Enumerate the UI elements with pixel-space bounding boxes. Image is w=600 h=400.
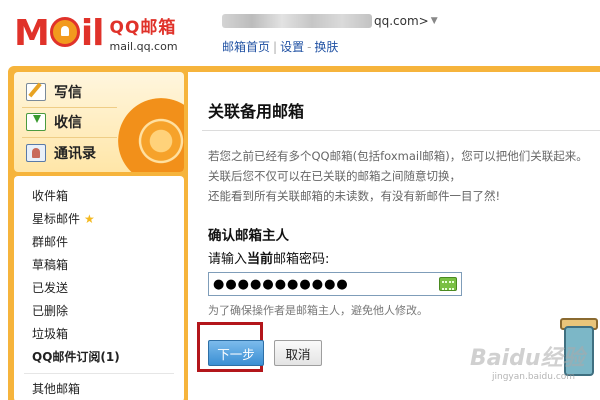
receive-button[interactable]: 收信 (26, 111, 82, 133)
confirm-heading: 确认邮箱主人 (208, 228, 289, 244)
sidebar: 写信 收信 通讯录 收件箱 星标邮件 ★ 群邮件 草稿箱 已发送 已删除 垃圾箱 … (14, 72, 184, 400)
folder-group[interactable]: 群邮件 (32, 232, 68, 252)
logo-cn-text: QQ邮箱 (109, 18, 177, 38)
orange-decoration (118, 98, 184, 172)
logo-wordmark: Mil (14, 12, 105, 54)
app-header: Mil QQ邮箱 mail.qq.com qq.com> ▼ 邮箱首页 | 设置 - 换… (0, 0, 600, 66)
contacts-button[interactable]: 通讯录 (26, 142, 96, 164)
settings-link[interactable]: 设置 (280, 40, 304, 54)
logo-text: QQ邮箱 mail.qq.com (110, 13, 178, 53)
intro-line: 关联后您不仅可以在已关联的邮箱之间随意切换， (208, 169, 461, 183)
top-links: 邮箱首页 | 设置 - 换肤 (222, 38, 338, 55)
intro-text: 若您之前已经有多个QQ邮箱(包括foxmail邮箱)，您可以把他们关联起来。 关… (208, 146, 600, 206)
account-suffix: qq.com> (374, 14, 429, 28)
prompt-prefix: 请输入 (208, 252, 248, 267)
logo-url-text: mail.qq.com (109, 40, 178, 53)
baidu-watermark: Baidu经验 (470, 346, 585, 371)
folder-starred-label: 星标邮件 (32, 212, 81, 226)
divider (22, 107, 117, 108)
folder-drafts[interactable]: 草稿箱 (32, 255, 68, 275)
divider (24, 373, 174, 374)
star-icon: ★ (84, 212, 95, 226)
qq-mail-logo[interactable]: Mil QQ邮箱 mail.qq.com (14, 8, 178, 58)
home-link[interactable]: 邮箱首页 (222, 40, 270, 54)
folder-subscriptions[interactable]: QQ邮件订阅(1) (32, 347, 120, 367)
prompt-bold: 当前 (247, 252, 274, 267)
password-input[interactable]: ●●●●●●●●●●● (208, 272, 462, 296)
folder-sent[interactable]: 已发送 (32, 278, 68, 298)
pencil-icon (26, 83, 46, 101)
folder-list: 收件箱 星标邮件 ★ 群邮件 草稿箱 已发送 已删除 垃圾箱 QQ邮件订阅(1) … (14, 176, 184, 400)
intro-line: 若您之前已经有多个QQ邮箱(包括foxmail邮箱)，您可以把他们关联起来。 (208, 149, 588, 163)
compose-label: 写信 (54, 85, 82, 101)
download-icon (26, 113, 46, 131)
contacts-label: 通讯录 (54, 146, 96, 162)
receive-label: 收信 (54, 115, 82, 131)
keyboard-icon[interactable] (439, 277, 457, 291)
cancel-button[interactable]: 取消 (274, 340, 322, 366)
password-value: ●●●●●●●●●●● (213, 276, 349, 292)
divider (22, 137, 117, 138)
prompt-suffix: 邮箱密码: (273, 252, 330, 267)
quick-actions-panel: 写信 收信 通讯录 (14, 72, 184, 172)
link-separator: | (273, 40, 278, 54)
folder-starred[interactable]: 星标邮件 ★ (32, 209, 95, 229)
account-switcher[interactable]: qq.com> ▼ (222, 14, 438, 28)
skin-link[interactable]: 换肤 (314, 40, 338, 54)
bell-logo-icon (49, 16, 80, 47)
contacts-icon (26, 144, 46, 162)
password-prompt: 请输入当前邮箱密码: (208, 248, 329, 267)
folder-spam[interactable]: 垃圾箱 (32, 324, 68, 344)
link-separator: - (307, 40, 312, 54)
folder-deleted[interactable]: 已删除 (32, 301, 68, 321)
folder-inbox[interactable]: 收件箱 (32, 186, 68, 206)
blurred-account-name (222, 14, 372, 28)
dropdown-arrow-icon[interactable]: ▼ (431, 16, 438, 26)
baidu-watermark-url: jingyan.baidu.com (492, 372, 576, 382)
folder-other-mailboxes[interactable]: 其他邮箱 (32, 379, 80, 399)
password-hint: 为了确保操作者是邮箱主人，避免他人修改。 (208, 304, 428, 317)
intro-line: 还能看到所有关联邮箱的未读数，有没有新邮件一目了然! (208, 189, 501, 203)
next-button[interactable]: 下一步 (208, 340, 264, 366)
page-title: 关联备用邮箱 (208, 102, 305, 121)
compose-button[interactable]: 写信 (26, 81, 82, 103)
title-divider (202, 130, 600, 131)
